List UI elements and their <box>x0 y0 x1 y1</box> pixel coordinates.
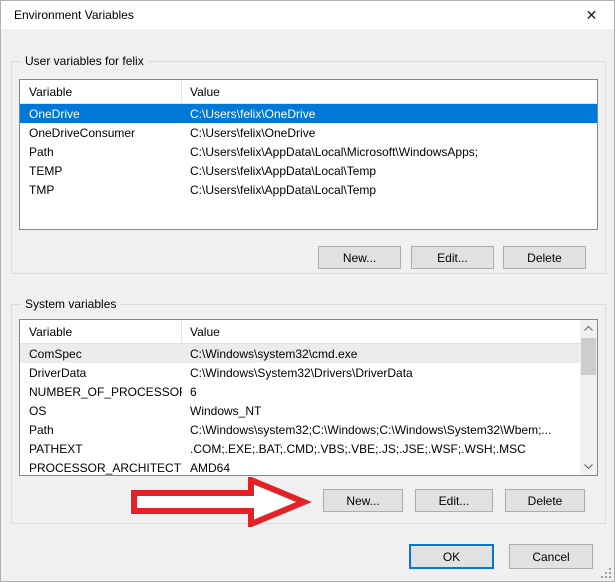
value-cell: 6 <box>182 385 580 399</box>
user-variables-group-label: User variables for felix <box>21 54 148 68</box>
system-delete-button[interactable]: Delete <box>505 489 585 512</box>
column-header-value[interactable]: Value <box>182 320 580 343</box>
user-variables-table: Variable Value OneDrive C:\Users\felix\O… <box>19 79 598 230</box>
value-cell: C:\Users\felix\OneDrive <box>182 126 597 140</box>
variable-cell: PATHEXT <box>20 442 182 456</box>
table-row-driverdata[interactable]: DriverData C:\Windows\System32\Drivers\D… <box>20 363 580 382</box>
variable-cell: OneDriveConsumer <box>20 126 182 140</box>
table-row-os[interactable]: OS Windows_NT <box>20 401 580 420</box>
value-cell: C:\Users\felix\OneDrive <box>182 107 597 121</box>
system-variables-table: Variable Value ComSpec C:\Windows\system… <box>19 319 598 476</box>
table-row-onedriveconsumer[interactable]: OneDriveConsumer C:\Users\felix\OneDrive <box>20 123 597 142</box>
system-variables-group-label: System variables <box>21 297 120 311</box>
variable-cell: DriverData <box>20 366 182 380</box>
table-row-onedrive[interactable]: OneDrive C:\Users\felix\OneDrive <box>20 104 597 123</box>
system-edit-button[interactable]: Edit... <box>415 489 493 512</box>
value-cell: C:\Windows\system32;C:\Windows;C:\Window… <box>182 423 580 437</box>
variable-cell: TEMP <box>20 164 182 178</box>
user-edit-button[interactable]: Edit... <box>411 246 494 269</box>
scroll-down-icon[interactable] <box>580 458 597 475</box>
user-new-button[interactable]: New... <box>318 246 401 269</box>
vertical-scrollbar[interactable] <box>580 320 597 475</box>
table-row-path[interactable]: Path C:\Users\felix\AppData\Local\Micros… <box>20 142 597 161</box>
variable-cell: OneDrive <box>20 107 182 121</box>
close-button[interactable]: ✕ <box>569 1 614 29</box>
column-header-value[interactable]: Value <box>182 80 597 103</box>
system-table-header: Variable Value <box>20 320 580 344</box>
window-title: Environment Variables <box>14 8 134 22</box>
table-row-processor-architecture[interactable]: PROCESSOR_ARCHITECTURE AMD64 <box>20 458 580 476</box>
value-cell: C:\Windows\System32\Drivers\DriverData <box>182 366 580 380</box>
value-cell: C:\Users\felix\AppData\Local\Temp <box>182 164 597 178</box>
variable-cell: Path <box>20 145 182 159</box>
value-cell: .COM;.EXE;.BAT;.CMD;.VBS;.VBE;.JS;.JSE;.… <box>182 442 580 456</box>
system-new-button[interactable]: New... <box>323 489 403 512</box>
variable-cell: TMP <box>20 183 182 197</box>
value-cell: C:\Users\felix\AppData\Local\Temp <box>182 183 597 197</box>
value-cell: C:\Windows\system32\cmd.exe <box>182 347 580 361</box>
table-row-number-of-processors[interactable]: NUMBER_OF_PROCESSORS 6 <box>20 382 580 401</box>
table-row-temp[interactable]: TEMP C:\Users\felix\AppData\Local\Temp <box>20 161 597 180</box>
close-icon: ✕ <box>586 7 598 24</box>
variable-cell: OS <box>20 404 182 418</box>
column-header-variable[interactable]: Variable <box>20 80 182 103</box>
variable-cell: Path <box>20 423 182 437</box>
value-cell: AMD64 <box>182 461 580 475</box>
scroll-up-icon[interactable] <box>580 320 597 337</box>
titlebar: Environment Variables ✕ <box>1 1 614 29</box>
table-row-path-system[interactable]: Path C:\Windows\system32;C:\Windows;C:\W… <box>20 420 580 439</box>
user-table-header: Variable Value <box>20 80 597 104</box>
table-row-comspec[interactable]: ComSpec C:\Windows\system32\cmd.exe <box>20 344 580 363</box>
value-cell: Windows_NT <box>182 404 580 418</box>
variable-cell: NUMBER_OF_PROCESSORS <box>20 385 182 399</box>
table-row-tmp[interactable]: TMP C:\Users\felix\AppData\Local\Temp <box>20 180 597 199</box>
environment-variables-dialog: Environment Variables ✕ User variables f… <box>0 0 615 582</box>
ok-button[interactable]: OK <box>409 544 494 569</box>
value-cell: C:\Users\felix\AppData\Local\Microsoft\W… <box>182 145 597 159</box>
variable-cell: ComSpec <box>20 347 182 361</box>
table-row-pathext[interactable]: PATHEXT .COM;.EXE;.BAT;.CMD;.VBS;.VBE;.J… <box>20 439 580 458</box>
resize-grip[interactable] <box>600 567 611 578</box>
variable-cell: PROCESSOR_ARCHITECTURE <box>20 461 182 475</box>
column-header-variable[interactable]: Variable <box>20 320 182 343</box>
scrollbar-thumb[interactable] <box>581 338 596 375</box>
cancel-button[interactable]: Cancel <box>509 544 593 569</box>
user-delete-button[interactable]: Delete <box>503 246 586 269</box>
